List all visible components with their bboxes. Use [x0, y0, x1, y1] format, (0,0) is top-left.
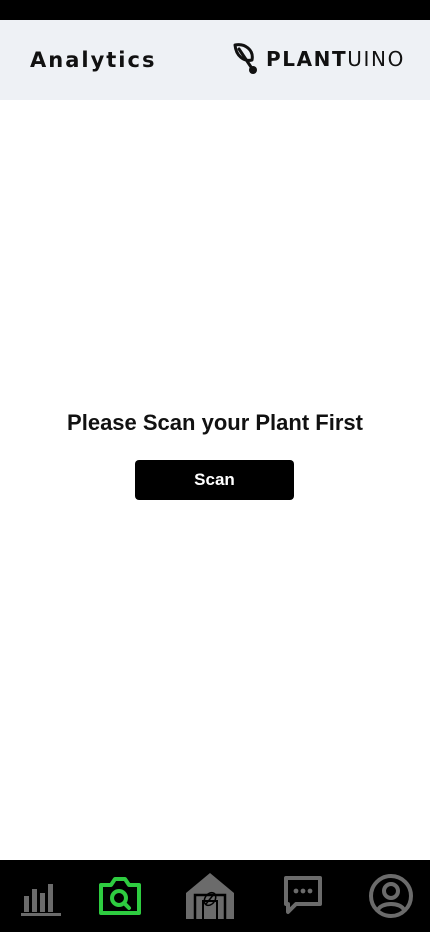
scan-prompt: Please Scan your Plant First — [67, 410, 363, 435]
nav-home[interactable] — [180, 860, 240, 932]
home-leaf-icon — [186, 873, 234, 919]
scan-button[interactable]: Scan — [135, 460, 294, 500]
page-title: Analytics — [30, 48, 157, 72]
main-content: Please Scan your Plant First Scan — [0, 100, 430, 860]
chat-icon — [284, 876, 322, 914]
nav-scan[interactable] — [92, 860, 148, 932]
app-header: Analytics PLANTUINO — [0, 20, 430, 100]
nav-analytics[interactable] — [14, 860, 68, 932]
status-bar — [0, 0, 430, 20]
bar-chart-icon — [21, 884, 61, 916]
bottom-nav — [0, 860, 430, 932]
leaf-logo-icon — [233, 43, 257, 74]
brand-name-light: UINO — [347, 47, 405, 71]
brand-logo: PLANTUINO — [232, 42, 405, 76]
camera-search-icon — [99, 877, 141, 915]
nav-messages[interactable] — [276, 860, 330, 932]
nav-profile[interactable] — [362, 860, 420, 932]
profile-icon — [369, 874, 413, 918]
brand-name: PLANTUINO — [266, 47, 405, 71]
brand-name-bold: PLANT — [266, 47, 348, 71]
